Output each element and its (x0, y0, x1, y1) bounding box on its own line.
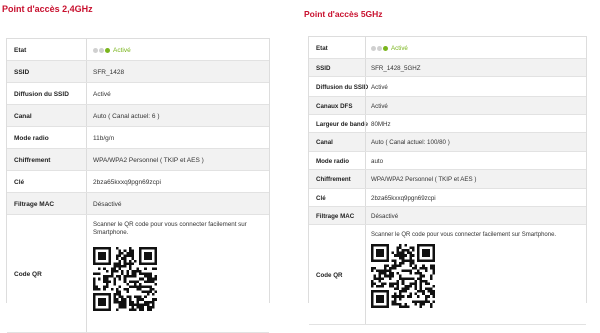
settings-row-chiffrement: Chiffrement WPA/WPA2 Personnel ( TKIP et … (309, 170, 586, 189)
row-label: Mode radio (14, 134, 49, 142)
column-divider (86, 215, 87, 333)
settings-row-canal: Canal Auto ( Canal actuel: 100/80 ) (309, 133, 586, 152)
row-label: Chiffrement (316, 176, 351, 183)
row-label: Largeur de bande (316, 120, 368, 128)
qr-code-icon (93, 247, 157, 311)
settings-row-diffusion-du-ssid: Diffusion du SSID Activé (7, 83, 269, 105)
row-value: Auto ( Canal actuel: 6 ) (93, 112, 160, 120)
row-label: SSID (316, 64, 331, 72)
status-dot-off-icon (377, 45, 382, 51)
column-divider (365, 225, 366, 325)
column-divider (86, 61, 87, 83)
row-value: WPA/WPA2 Personnel ( TKIP et AES ) (371, 176, 477, 183)
row-value: auto (371, 157, 384, 165)
settings-row-cle: Clé 2bza65kxxq9pgn69zcpi (309, 189, 586, 207)
column-divider (86, 127, 87, 149)
panel-title: Point d'accès 5GHz (304, 9, 383, 19)
status-text: Activé (113, 46, 131, 54)
row-label: Clé (14, 178, 25, 186)
status-indicator: Activé (371, 37, 408, 59)
settings-row-diffusion-du-ssid: Diffusion du SSID Activé (309, 77, 586, 97)
column-divider (365, 77, 366, 97)
row-value: WPA/WPA2 Personnel ( TKIP et AES ) (93, 156, 204, 164)
column-divider (365, 37, 366, 59)
qr-instructions: Scanner le QR code pour vous connecter f… (93, 221, 247, 237)
row-label: Filtrage MAC (14, 200, 55, 208)
row-label: Filtrage MAC (316, 212, 355, 220)
column-divider (365, 97, 366, 115)
column-divider (365, 189, 366, 207)
settings-row-canaux-dfs: Canaux DFS Activé (309, 97, 586, 115)
row-value: Activé (371, 102, 388, 110)
qr-code (371, 244, 435, 308)
status-dot-on-icon (105, 47, 110, 53)
row-label: Canal (316, 139, 333, 146)
column-divider (86, 193, 87, 215)
row-label: Chiffrement (14, 156, 51, 164)
access-point-5ghz-panel: Point d'accès 5GHz Etat Activé SSID SFR_142… (298, 0, 600, 325)
settings-row-filtrage-mac: Filtrage MAC Désactivé (309, 207, 586, 225)
settings-row-filtrage-mac: Filtrage MAC Désactivé (7, 193, 269, 215)
settings-row-mode-radio: Mode radio 11b/g/n (7, 127, 269, 149)
column-divider (365, 170, 366, 189)
settings-row-cle: Clé 2bza65kxxq9pgn69zcpi (7, 171, 269, 193)
row-label: Canaux DFS (316, 102, 353, 110)
settings-row-code-qr: Code QR Scanner le QR code pour vous conn… (7, 215, 269, 333)
row-value: Désactivé (371, 212, 399, 220)
status-dot-on-icon (383, 45, 388, 51)
settings-table: Etat Activé SSID SFR_1428 Diffusion du SSID A… (6, 38, 270, 333)
qr-code (93, 247, 159, 313)
column-divider (365, 207, 366, 225)
column-divider (86, 105, 87, 127)
settings-row-largeur-de-bande: Largeur de bande 80MHz (309, 115, 586, 133)
column-divider (86, 83, 87, 105)
row-value: 2bza65kxxq9pgn69zcpi (93, 178, 161, 186)
row-label: Diffusion du SSID (14, 90, 69, 98)
row-value: 80MHz (371, 120, 391, 128)
settings-row-ssid: SSID SFR_1428 (7, 61, 269, 83)
row-label: Canal (14, 112, 32, 120)
row-value: 2bza65kxxq9pgn69zcpi (371, 194, 436, 202)
row-label: Diffusion du SSID (316, 83, 369, 91)
column-divider (86, 149, 87, 171)
settings-row-mode-radio: Mode radio auto (309, 152, 586, 170)
row-label: Mode radio (316, 157, 350, 165)
row-value: SFR_1428_5GHZ (371, 64, 421, 72)
status-dot-off-icon (93, 47, 98, 53)
settings-row-chiffrement: Chiffrement WPA/WPA2 Personnel ( TKIP et … (7, 149, 269, 171)
column-divider (86, 171, 87, 193)
column-divider (365, 133, 366, 152)
row-label: Etat (316, 44, 328, 52)
qr-code-icon (371, 244, 435, 308)
row-label: Code QR (316, 271, 343, 279)
row-value: SFR_1428 (93, 68, 125, 76)
status-dot-off-icon (371, 45, 376, 51)
row-label: SSID (14, 68, 30, 76)
panel-title: Point d'accès 2,4GHz (2, 4, 93, 14)
settings-row-etat: Etat Activé (7, 39, 269, 61)
row-value: Désactivé (93, 200, 122, 208)
settings-row-etat: Etat Activé (309, 37, 586, 59)
column-divider (365, 115, 366, 133)
settings-row-canal: Canal Auto ( Canal actuel: 6 ) (7, 105, 269, 127)
row-label: Etat (14, 46, 27, 54)
row-value: Activé (93, 90, 111, 98)
settings-row-ssid: SSID SFR_1428_5GHZ (309, 59, 586, 77)
row-value: Activé (371, 83, 388, 91)
row-divider (309, 324, 586, 325)
status-dot-off-icon (99, 47, 104, 53)
column-divider (86, 39, 87, 61)
settings-row-code-qr: Code QR Scanner le QR code pour vous conn… (309, 225, 586, 325)
row-label: Code QR (14, 270, 42, 278)
row-value: 11b/g/n (93, 134, 115, 142)
access-point-24ghz-panel: Point d'accès 2,4GHz Etat Activé SSID SFR_1… (0, 0, 290, 333)
column-divider (365, 59, 366, 77)
qr-instructions: Scanner le QR code pour vous connecter f… (371, 232, 557, 238)
status-text: Activé (391, 44, 408, 52)
row-label: Clé (316, 194, 326, 202)
row-value: Auto ( Canal actuel: 100/80 ) (371, 139, 450, 146)
status-indicator: Activé (93, 39, 131, 61)
settings-table: Etat Activé SSID SFR_1428_5GHZ Diffusion du … (308, 36, 587, 325)
column-divider (365, 152, 366, 170)
